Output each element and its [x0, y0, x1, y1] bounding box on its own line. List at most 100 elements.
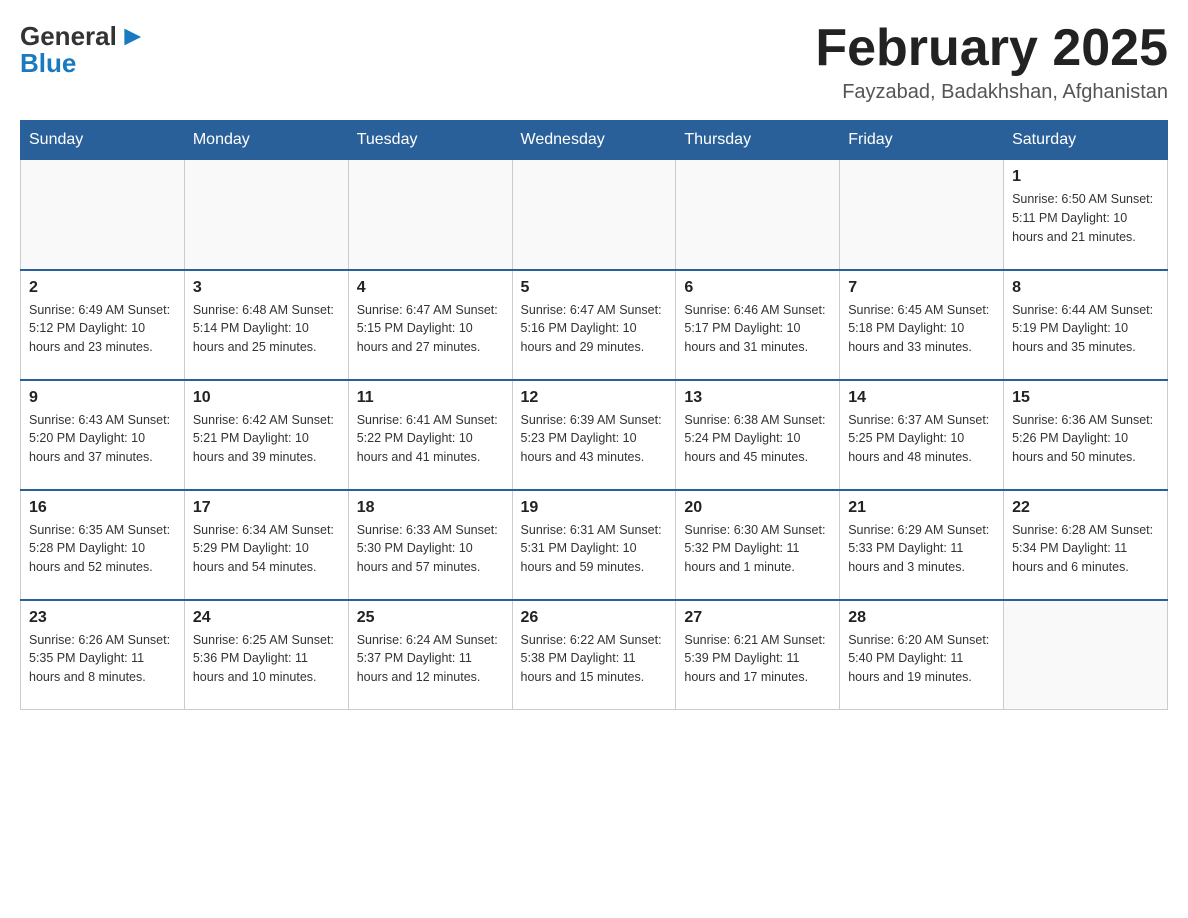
table-row: 28 Sunrise: 6:20 AM Sunset: 5:40 PM Dayli… [840, 600, 1004, 710]
day-info: Sunrise: 6:29 AM Sunset: 5:33 PM Dayligh… [848, 521, 995, 577]
day-number: 23 [29, 609, 176, 627]
table-row [512, 160, 676, 270]
table-row: 17 Sunrise: 6:34 AM Sunset: 5:29 PM Dayli… [184, 490, 348, 600]
title-section: February 2025 Fayzabad, Badakhshan, Afgh… [815, 20, 1168, 104]
day-info: Sunrise: 6:20 AM Sunset: 5:40 PM Dayligh… [848, 631, 995, 687]
table-row: 8 Sunrise: 6:44 AM Sunset: 5:19 PM Daylig… [1004, 270, 1168, 380]
day-number: 10 [193, 389, 340, 407]
day-info: Sunrise: 6:26 AM Sunset: 5:35 PM Dayligh… [29, 631, 176, 687]
table-row: 3 Sunrise: 6:48 AM Sunset: 5:14 PM Daylig… [184, 270, 348, 380]
day-number: 28 [848, 609, 995, 627]
header-saturday: Saturday [1004, 121, 1168, 160]
logo: General ► Blue [20, 20, 147, 79]
day-info: Sunrise: 6:30 AM Sunset: 5:32 PM Dayligh… [684, 521, 831, 577]
day-number: 15 [1012, 389, 1159, 407]
day-number: 11 [357, 389, 504, 407]
header-friday: Friday [840, 121, 1004, 160]
day-info: Sunrise: 6:25 AM Sunset: 5:36 PM Dayligh… [193, 631, 340, 687]
table-row: 22 Sunrise: 6:28 AM Sunset: 5:34 PM Dayli… [1004, 490, 1168, 600]
day-info: Sunrise: 6:47 AM Sunset: 5:15 PM Dayligh… [357, 301, 504, 357]
day-info: Sunrise: 6:31 AM Sunset: 5:31 PM Dayligh… [521, 521, 668, 577]
logo-arrow-icon: ► [119, 20, 147, 52]
day-number: 17 [193, 499, 340, 517]
day-number: 14 [848, 389, 995, 407]
calendar-subtitle: Fayzabad, Badakhshan, Afghanistan [815, 81, 1168, 104]
day-info: Sunrise: 6:38 AM Sunset: 5:24 PM Dayligh… [684, 411, 831, 467]
day-info: Sunrise: 6:47 AM Sunset: 5:16 PM Dayligh… [521, 301, 668, 357]
header-wednesday: Wednesday [512, 121, 676, 160]
calendar-week-3: 9 Sunrise: 6:43 AM Sunset: 5:20 PM Daylig… [21, 380, 1168, 490]
day-number: 8 [1012, 279, 1159, 297]
table-row: 24 Sunrise: 6:25 AM Sunset: 5:36 PM Dayli… [184, 600, 348, 710]
table-row: 4 Sunrise: 6:47 AM Sunset: 5:15 PM Daylig… [348, 270, 512, 380]
logo-general-text: General [20, 21, 117, 52]
table-row: 15 Sunrise: 6:36 AM Sunset: 5:26 PM Dayli… [1004, 380, 1168, 490]
table-row: 1 Sunrise: 6:50 AM Sunset: 5:11 PM Daylig… [1004, 160, 1168, 270]
day-number: 21 [848, 499, 995, 517]
table-row: 18Sunrise: 6:33 AM Sunset: 5:30 PM Dayli… [348, 490, 512, 600]
day-number: 16 [29, 499, 176, 517]
day-info: Sunrise: 6:49 AM Sunset: 5:12 PM Dayligh… [29, 301, 176, 357]
day-info: Sunrise: 6:35 AM Sunset: 5:28 PM Dayligh… [29, 521, 176, 577]
table-row: 14 Sunrise: 6:37 AM Sunset: 5:25 PM Dayli… [840, 380, 1004, 490]
table-row: 9 Sunrise: 6:43 AM Sunset: 5:20 PM Daylig… [21, 380, 185, 490]
day-number: 2 [29, 279, 176, 297]
day-info: Sunrise: 6:42 AM Sunset: 5:21 PM Dayligh… [193, 411, 340, 467]
day-number: 5 [521, 279, 668, 297]
table-row: 6 Sunrise: 6:46 AM Sunset: 5:17 PM Daylig… [676, 270, 840, 380]
calendar-title: February 2025 [815, 20, 1168, 77]
day-number: 22 [1012, 499, 1159, 517]
day-info: Sunrise: 6:41 AM Sunset: 5:22 PM Dayligh… [357, 411, 504, 467]
table-row: 2 Sunrise: 6:49 AM Sunset: 5:12 PM Daylig… [21, 270, 185, 380]
table-row: 10 Sunrise: 6:42 AM Sunset: 5:21 PM Dayli… [184, 380, 348, 490]
day-info: Sunrise: 6:50 AM Sunset: 5:11 PM Dayligh… [1012, 190, 1159, 246]
day-info: Sunrise: 6:44 AM Sunset: 5:19 PM Dayligh… [1012, 301, 1159, 357]
day-number: 27 [684, 609, 831, 627]
table-row: 16 Sunrise: 6:35 AM Sunset: 5:28 PM Dayli… [21, 490, 185, 600]
day-number: 1 [1012, 168, 1159, 186]
table-row [840, 160, 1004, 270]
table-row: 11 Sunrise: 6:41 AM Sunset: 5:22 PM Dayli… [348, 380, 512, 490]
day-info: Sunrise: 6:45 AM Sunset: 5:18 PM Dayligh… [848, 301, 995, 357]
table-row: 27 Sunrise: 6:21 AM Sunset: 5:39 PM Dayli… [676, 600, 840, 710]
calendar-table: Sunday Monday Tuesday Wednesday Thursday… [20, 120, 1168, 710]
table-row: 5 Sunrise: 6:47 AM Sunset: 5:16 PM Daylig… [512, 270, 676, 380]
table-row: 13 Sunrise: 6:38 AM Sunset: 5:24 PM Dayli… [676, 380, 840, 490]
day-number: 3 [193, 279, 340, 297]
calendar-week-2: 2 Sunrise: 6:49 AM Sunset: 5:12 PM Daylig… [21, 270, 1168, 380]
calendar-week-5: 23 Sunrise: 6:26 AM Sunset: 5:35 PM Dayli… [21, 600, 1168, 710]
day-number: 18 [357, 499, 504, 517]
day-info: Sunrise: 6:39 AM Sunset: 5:23 PM Dayligh… [521, 411, 668, 467]
logo-blue-text: Blue [20, 48, 76, 79]
day-info: Sunrise: 6:21 AM Sunset: 5:39 PM Dayligh… [684, 631, 831, 687]
table-row: 25Sunrise: 6:24 AM Sunset: 5:37 PM Dayli… [348, 600, 512, 710]
day-number: 9 [29, 389, 176, 407]
calendar-week-4: 16 Sunrise: 6:35 AM Sunset: 5:28 PM Dayli… [21, 490, 1168, 600]
day-info: Sunrise: 6:48 AM Sunset: 5:14 PM Dayligh… [193, 301, 340, 357]
day-info: Sunrise: 6:36 AM Sunset: 5:26 PM Dayligh… [1012, 411, 1159, 467]
day-info: Sunrise: 6:28 AM Sunset: 5:34 PM Dayligh… [1012, 521, 1159, 577]
day-number: 24 [193, 609, 340, 627]
day-info: Sunrise: 6:24 AM Sunset: 5:37 PM Dayligh… [357, 631, 504, 687]
day-number: 4 [357, 279, 504, 297]
day-number: 19 [521, 499, 668, 517]
calendar-header-row: Sunday Monday Tuesday Wednesday Thursday… [21, 121, 1168, 160]
header-monday: Monday [184, 121, 348, 160]
page-header: General ► Blue February 2025 Fayzabad, B… [20, 20, 1168, 104]
table-row [21, 160, 185, 270]
table-row: 7Sunrise: 6:45 AM Sunset: 5:18 PM Daylig… [840, 270, 1004, 380]
day-info: Sunrise: 6:37 AM Sunset: 5:25 PM Dayligh… [848, 411, 995, 467]
header-thursday: Thursday [676, 121, 840, 160]
header-sunday: Sunday [21, 121, 185, 160]
day-info: Sunrise: 6:22 AM Sunset: 5:38 PM Dayligh… [521, 631, 668, 687]
table-row: 23 Sunrise: 6:26 AM Sunset: 5:35 PM Dayli… [21, 600, 185, 710]
day-info: Sunrise: 6:43 AM Sunset: 5:20 PM Dayligh… [29, 411, 176, 467]
calendar-week-1: 1 Sunrise: 6:50 AM Sunset: 5:11 PM Daylig… [21, 160, 1168, 270]
table-row [348, 160, 512, 270]
day-number: 6 [684, 279, 831, 297]
table-row: 21 Sunrise: 6:29 AM Sunset: 5:33 PM Dayli… [840, 490, 1004, 600]
day-info: Sunrise: 6:46 AM Sunset: 5:17 PM Dayligh… [684, 301, 831, 357]
table-row [184, 160, 348, 270]
day-info: Sunrise: 6:34 AM Sunset: 5:29 PM Dayligh… [193, 521, 340, 577]
day-number: 13 [684, 389, 831, 407]
